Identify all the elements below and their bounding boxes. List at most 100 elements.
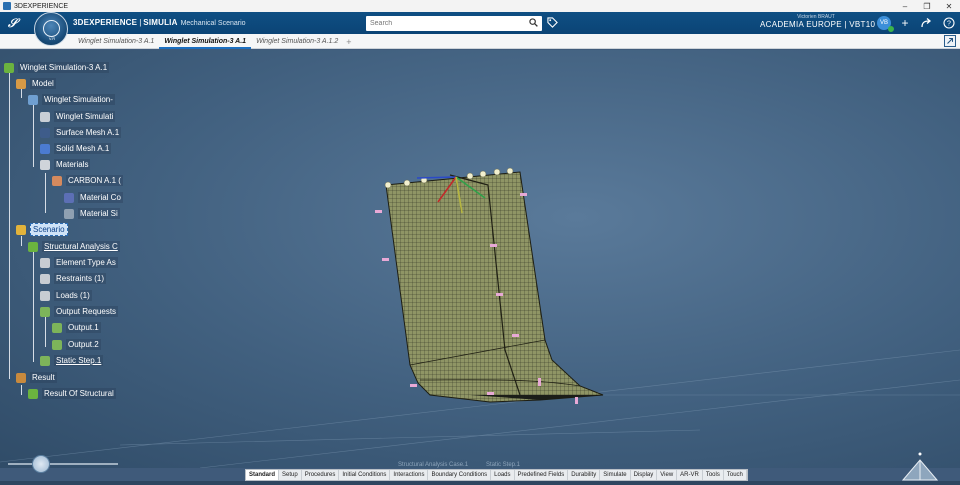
output-icon [52,339,62,350]
user-info[interactable]: Victorien BRAUT ACADEMIA EUROPE | VBT10 … [760,14,882,29]
search-icon[interactable] [529,18,538,27]
tree-node-label: Loads (1) [54,290,92,301]
tab-list: Winglet Simulation-3 A.1 Winglet Simulat… [73,34,355,49]
tree-node-material-co[interactable]: Material Co [64,191,123,204]
restore-icon[interactable]: ❐ [916,2,938,11]
action-tab-standard[interactable]: Standard [246,470,280,480]
add-icon[interactable]: + [899,17,911,29]
compass-widget[interactable]: V.R [34,12,68,46]
tree-node-restraints[interactable]: Restraints (1) [40,272,107,285]
action-tab-view[interactable]: View [657,470,678,480]
tree-node-static-step[interactable]: Static Step.1 [40,354,104,367]
tree-node-scenario[interactable]: Scenario [16,223,68,236]
tree-node-label: Surface Mesh A.1 [54,127,122,138]
action-tab-ar-vr[interactable]: AR-VR [677,470,703,480]
tree-node-root[interactable]: Winglet Simulation-3 A.1 [4,61,110,74]
action-tab-tools[interactable]: Tools [703,470,724,480]
svg-text:?: ? [947,21,951,28]
tree-node-model-child[interactable]: Winglet Simulation- [28,93,115,106]
action-tab-loads[interactable]: Loads [491,470,515,480]
tree-node-model[interactable]: Model [16,77,56,90]
tree-node-solid-mesh[interactable]: Solid Mesh A.1 [40,142,112,155]
tree-node-label: Material Co [78,192,123,203]
brand-simulia: SIMULIA [143,18,178,27]
brand-title: 3DEXPERIENCE | SIMULIA Mechanical Scenario [73,18,246,27]
ds-logo: 𝒮 [8,16,18,30]
slider-thumb[interactable] [32,455,50,473]
minimize-icon[interactable]: – [894,2,916,11]
expand-icon[interactable] [944,35,956,47]
action-tab-setup[interactable]: Setup [279,470,302,480]
tree-connector [21,385,22,395]
online-status-icon [888,26,894,32]
action-tab-display[interactable]: Display [631,470,658,480]
tree-node-label: Static Step.1 [54,355,104,366]
material-icon [52,175,62,186]
tree-node-label: Output.2 [66,339,101,350]
tree-node-output2[interactable]: Output.2 [52,338,101,351]
materials-icon [40,159,50,170]
part-icon [28,94,38,105]
share-icon[interactable] [920,17,932,29]
tree-node-structural-analysis[interactable]: Structural Analysis C [28,240,120,253]
tree-node-winglet-simulation[interactable]: Winglet Simulati [40,110,116,123]
os-window-title: 3DEXPERIENCE [14,2,69,10]
3d-viewport[interactable] [0,50,960,485]
tree-node-loads[interactable]: Loads (1) [40,289,92,302]
tree-zoom-slider[interactable] [8,455,118,473]
app-name: Mechanical Scenario [180,20,246,27]
action-tab-boundary-conditions[interactable]: Boundary Conditions [428,470,492,480]
tree-node-result-of-structural[interactable]: Result Of Structural [28,387,116,400]
tree-node-carbon[interactable]: CARBON A.1 ( [52,174,123,187]
action-tab-durability[interactable]: Durability [568,470,601,480]
action-tab-touch[interactable]: Touch [724,470,747,480]
compass-version: V.R [48,36,56,41]
tree-node-label: CARBON A.1 ( [66,175,123,186]
tree-node-label: Restraints (1) [54,273,107,284]
tree-node-label: Scenario [30,223,68,236]
tree-node-output-requests[interactable]: Output Requests [40,305,119,318]
tree-connector [33,252,34,362]
tree-node-output1[interactable]: Output.1 [52,321,101,334]
material-property-icon [64,192,74,203]
compass-ring-icon [43,20,60,37]
tree-node-label: Output Requests [54,306,119,317]
simulation-icon [4,62,14,73]
search-box[interactable] [366,16,542,31]
tree-node-label: Winglet Simulati [54,111,116,122]
action-tab-predefined-fields[interactable]: Predefined Fields [515,470,569,480]
action-tab-interactions[interactable]: Interactions [390,470,429,480]
specification-tree: Winglet Simulation-3 A.1 Model Winglet S… [0,55,130,405]
solid-mesh-icon [40,143,50,154]
tree-node-result[interactable]: Result [16,371,57,384]
tree-node-material-si[interactable]: Material Si [64,207,120,220]
action-tab-simulate[interactable]: Simulate [600,470,631,480]
scenario-icon [16,224,26,235]
app-icon [3,2,11,10]
add-tab-button[interactable]: + [343,37,354,47]
model-icon [16,78,26,89]
tenant-selector[interactable]: ACADEMIA EUROPE | VBT10 ▾ [760,20,882,29]
help-icon[interactable]: ? [943,17,955,29]
tab-winglet-a12[interactable]: Winglet Simulation-3 A.1.2 [251,34,343,49]
tag-icon[interactable] [547,17,558,28]
tree-connector [45,173,46,213]
search-input[interactable] [366,16,516,31]
tab-winglet-a1[interactable]: Winglet Simulation-3 A.1 [73,34,159,49]
load-icon [40,290,50,301]
active-case-label: Structural Analysis Case.1 [398,462,469,468]
action-tab-procedures[interactable]: Procedures [302,470,340,480]
geometry-icon [40,111,50,122]
action-tab-initial-conditions[interactable]: Initial Conditions [339,470,391,480]
tree-node-element-type[interactable]: Element Type As [40,256,118,269]
avatar[interactable]: VB [877,16,894,32]
orientation-triad[interactable] [895,450,945,485]
tree-node-surface-mesh[interactable]: Surface Mesh A.1 [40,126,122,139]
tree-node-label: Result Of Structural [42,388,116,399]
close-icon[interactable]: ✕ [938,2,960,11]
output-icon [52,322,62,333]
tree-node-materials[interactable]: Materials [40,158,91,171]
tree-node-label: Material Si [78,208,120,219]
tab-winglet-a1-active[interactable]: Winglet Simulation-3 A.1 [159,34,252,49]
output-request-icon [40,306,50,317]
